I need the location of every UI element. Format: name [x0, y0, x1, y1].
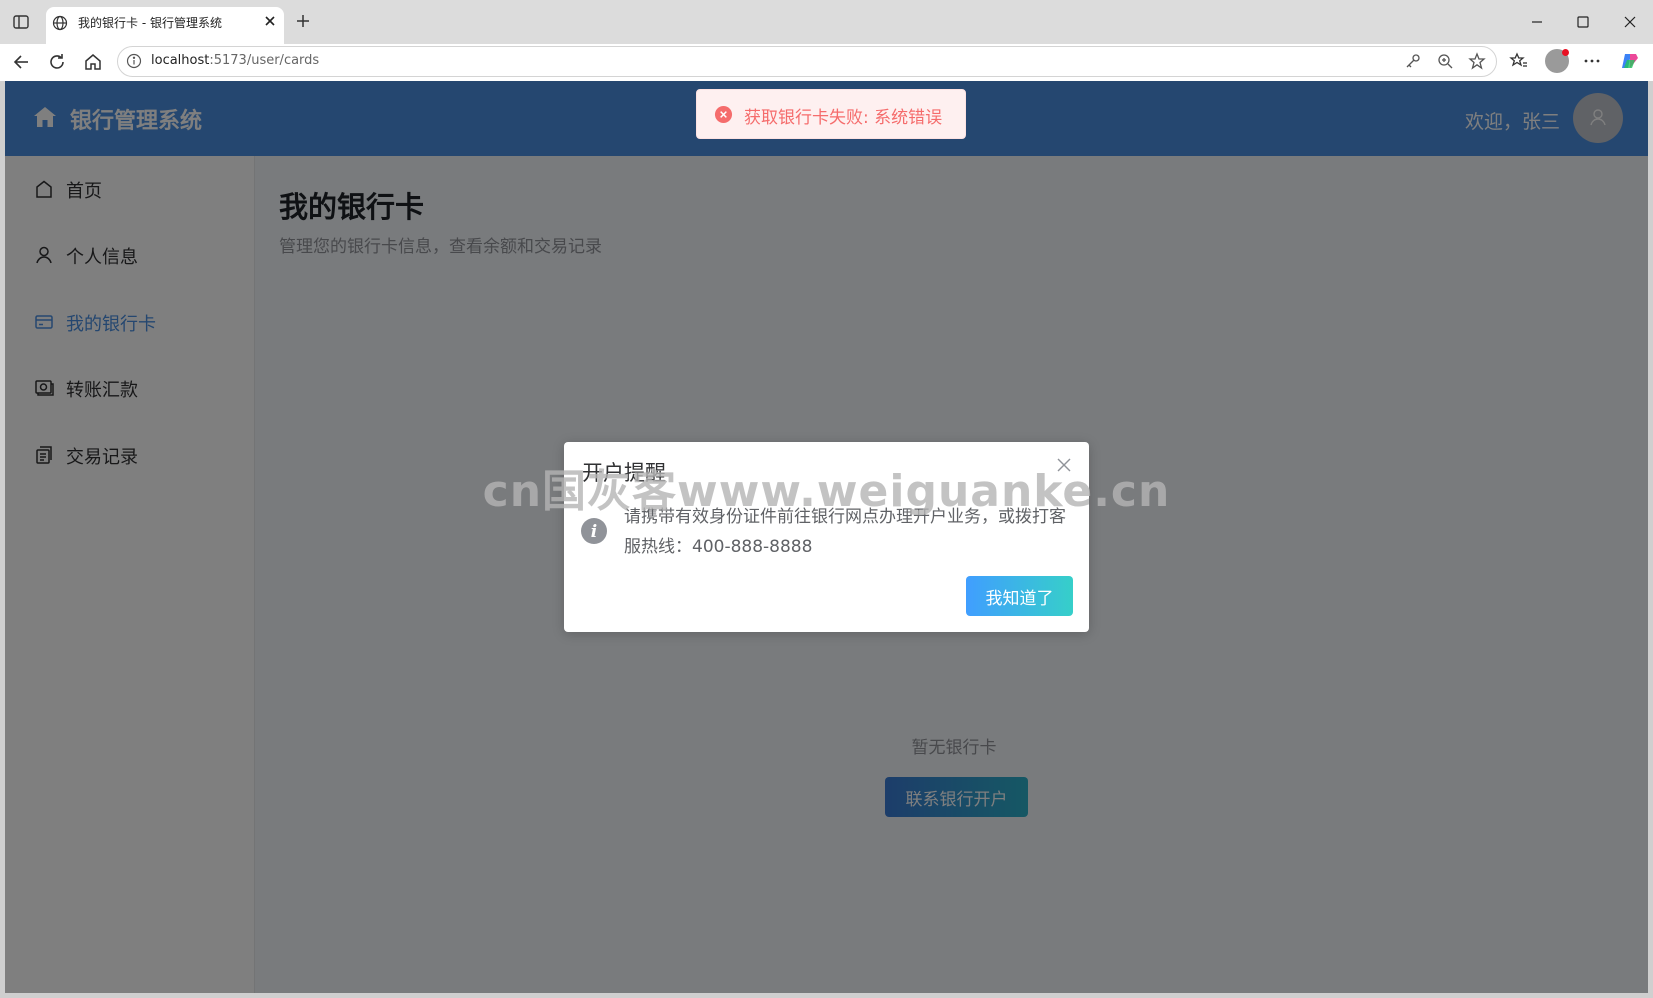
tab-actions-icon[interactable]: [12, 13, 30, 31]
refresh-icon[interactable]: [47, 52, 67, 72]
favorites-icon[interactable]: [1509, 51, 1529, 71]
error-toast: 获取银行卡失败: 系统错误: [696, 89, 966, 139]
info-icon: i: [581, 518, 607, 544]
tab-title: 我的银行卡 - 银行管理系统: [78, 16, 222, 30]
zoom-icon[interactable]: [1436, 52, 1454, 70]
minimize-icon[interactable]: [1527, 12, 1547, 32]
key-icon[interactable]: [1404, 52, 1422, 70]
plus-icon[interactable]: [294, 12, 312, 30]
back-arrow-icon[interactable]: [11, 52, 31, 72]
url-text[interactable]: localhost:5173/user/cards: [151, 53, 319, 68]
toast-message: 获取银行卡失败: 系统错误: [744, 108, 943, 128]
copilot-icon[interactable]: [1620, 51, 1640, 71]
notification-dot: [1562, 49, 1569, 56]
address-bar[interactable]: [117, 46, 1497, 77]
home-nav-icon[interactable]: [83, 52, 103, 72]
favorite-star-icon[interactable]: [1468, 52, 1486, 70]
window-close-icon[interactable]: [1620, 12, 1640, 32]
close-icon[interactable]: [262, 13, 278, 29]
error-circle-icon: [714, 105, 733, 124]
acknowledge-button[interactable]: 我知道了: [966, 576, 1073, 616]
svg-text:i: i: [591, 522, 597, 542]
watermark-text: cn国灰客www.weiguanke.cn: [482, 466, 1171, 517]
more-icon[interactable]: [1582, 51, 1602, 71]
globe-icon: [52, 15, 68, 31]
app-root: 银行管理系统 欢迎，张三 首页 个人信息 我的银行卡 转账汇款 交易记录 我的银…: [5, 81, 1648, 993]
site-info-icon[interactable]: [126, 53, 142, 69]
maximize-icon[interactable]: [1573, 12, 1593, 32]
